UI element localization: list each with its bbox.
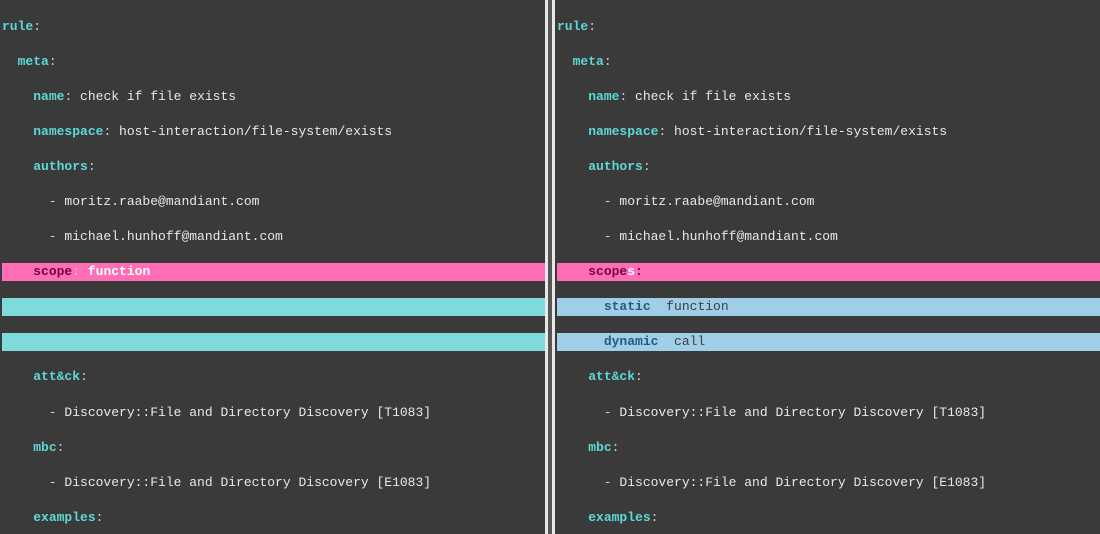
yaml-key: static: [604, 299, 651, 314]
diff-filler-line: [2, 333, 545, 351]
code-line: examples:: [557, 509, 1100, 527]
code-line: authors:: [2, 158, 545, 176]
yaml-key: authors: [33, 159, 88, 174]
diff-left-pane[interactable]: rule: meta: name: check if file exists n…: [0, 0, 545, 534]
diff-filler-line: [2, 298, 545, 316]
yaml-key: meta: [18, 54, 49, 69]
code-line: examples:: [2, 509, 545, 527]
yaml-key: rule: [557, 19, 588, 34]
yaml-key: name: [33, 89, 64, 104]
yaml-value: michael.hunhoff@mandiant.com: [619, 229, 837, 244]
code-line: - michael.hunhoff@mandiant.com: [2, 228, 545, 246]
yaml-value: function: [88, 264, 150, 279]
code-line: name: check if file exists: [557, 88, 1100, 106]
code-line: att&ck:: [2, 368, 545, 386]
yaml-key: namespace: [588, 124, 658, 139]
yaml-value: call: [674, 334, 705, 349]
code-line: - moritz.raabe@mandiant.com: [557, 193, 1100, 211]
code-line: namespace: host-interaction/file-system/…: [557, 123, 1100, 141]
yaml-key: name: [588, 89, 619, 104]
yaml-key: dynamic: [604, 334, 659, 349]
yaml-value: check if file exists: [635, 89, 791, 104]
split-divider[interactable]: [545, 0, 555, 534]
yaml-key: examples: [33, 510, 95, 525]
yaml-value: Discovery::File and Directory Discovery …: [64, 405, 431, 420]
code-line: meta:: [2, 53, 545, 71]
yaml-value: Discovery::File and Directory Discovery …: [619, 405, 986, 420]
yaml-value: Discovery::File and Directory Discovery …: [64, 475, 431, 490]
yaml-key: att&ck: [588, 369, 635, 384]
yaml-key: namespace: [33, 124, 103, 139]
yaml-value: michael.hunhoff@mandiant.com: [64, 229, 282, 244]
yaml-key: rule: [2, 19, 33, 34]
yaml-value: moritz.raabe@mandiant.com: [619, 194, 814, 209]
yaml-key: att&ck: [33, 369, 80, 384]
code-line: - Discovery::File and Directory Discover…: [557, 474, 1100, 492]
yaml-value: moritz.raabe@mandiant.com: [64, 194, 259, 209]
yaml-key: mbc: [33, 440, 56, 455]
code-line: - Discovery::File and Directory Discover…: [557, 404, 1100, 422]
code-line: att&ck:: [557, 368, 1100, 386]
code-line: mbc:: [2, 439, 545, 457]
code-line: - michael.hunhoff@mandiant.com: [557, 228, 1100, 246]
yaml-key: scope: [588, 264, 627, 279]
yaml-value: check if file exists: [80, 89, 236, 104]
code-line: rule:: [2, 18, 545, 36]
diff-added-line: dynamic: call: [557, 333, 1100, 351]
code-line: - Discovery::File and Directory Discover…: [2, 474, 545, 492]
code-line: namespace: host-interaction/file-system/…: [2, 123, 545, 141]
yaml-value: host-interaction/file-system/exists: [119, 124, 392, 139]
diff-changed-line: scope: function: [2, 263, 545, 281]
yaml-key: authors: [588, 159, 643, 174]
drag-handle-icon: [548, 0, 552, 534]
code-line: meta:: [557, 53, 1100, 71]
yaml-key: scope: [33, 264, 72, 279]
diff-changed-line: scopes:: [557, 263, 1100, 281]
yaml-key: examples: [588, 510, 650, 525]
diff-added-char: s: [627, 264, 635, 279]
code-line: authors:: [557, 158, 1100, 176]
yaml-value: host-interaction/file-system/exists: [674, 124, 947, 139]
code-line: name: check if file exists: [2, 88, 545, 106]
yaml-value: function: [666, 299, 728, 314]
code-line: - Discovery::File and Directory Discover…: [2, 404, 545, 422]
code-line: - moritz.raabe@mandiant.com: [2, 193, 545, 211]
code-line: mbc:: [557, 439, 1100, 457]
yaml-value: Discovery::File and Directory Discovery …: [619, 475, 986, 490]
code-line: rule:: [557, 18, 1100, 36]
yaml-key: mbc: [588, 440, 611, 455]
diff-added-line: static: function: [557, 298, 1100, 316]
yaml-key: meta: [573, 54, 604, 69]
diff-right-pane[interactable]: rule: meta: name: check if file exists n…: [555, 0, 1100, 534]
